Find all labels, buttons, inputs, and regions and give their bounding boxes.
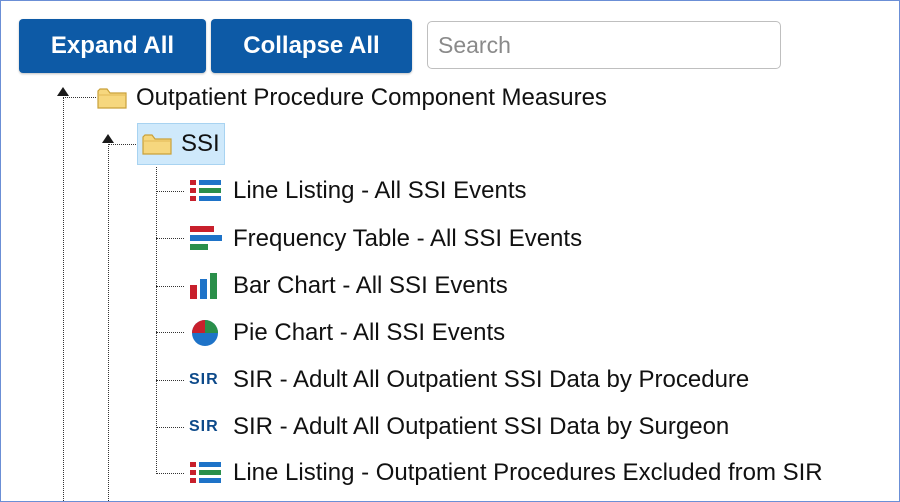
search-input[interactable] (427, 21, 781, 69)
collapse-toggle-root[interactable] (57, 87, 69, 96)
tree-node-outpatient-measures[interactable]: Outpatient Procedure Component Measures (97, 78, 607, 118)
tree-item-line-listing-all-ssi[interactable]: Line Listing - All SSI Events (189, 171, 526, 211)
tree-connector (156, 473, 184, 474)
folder-icon (97, 87, 127, 109)
folder-icon (142, 133, 172, 155)
tree-connector (108, 144, 138, 145)
tree-connector (156, 427, 184, 428)
tree-item-sir-by-procedure[interactable]: SIR SIR - Adult All Outpatient SSI Data … (189, 360, 749, 400)
expand-all-button[interactable]: Expand All (19, 19, 206, 73)
collapse-all-button[interactable]: Collapse All (211, 19, 412, 73)
tree-node-label: SSI (181, 130, 220, 157)
frequency-table-icon (189, 224, 223, 254)
pie-chart-icon (189, 318, 223, 348)
tree-connector (156, 332, 184, 333)
tree-connector (63, 97, 96, 98)
tree-item-label: SIR - Adult All Outpatient SSI Data by P… (233, 366, 750, 393)
tree-connector (108, 144, 109, 501)
tree-item-line-listing-excluded[interactable]: Line Listing - Outpatient Procedures Exc… (189, 453, 823, 493)
tree-item-pie-chart[interactable]: Pie Chart - All SSI Events (189, 313, 505, 353)
line-listing-icon (189, 458, 223, 488)
sir-icon: SIR (189, 418, 219, 435)
line-listing-icon (189, 176, 223, 206)
bar-chart-icon (189, 271, 223, 301)
tree-connector (156, 286, 184, 287)
tree-item-frequency-table[interactable]: Frequency Table - All SSI Events (189, 219, 582, 259)
tree-item-label: Bar Chart - All SSI Events (233, 272, 508, 299)
tree-item-label: Frequency Table - All SSI Events (233, 225, 583, 252)
collapse-toggle-ssi[interactable] (102, 134, 114, 143)
tree-node-label: Outpatient Procedure Component Measures (136, 84, 607, 111)
tree-connector (156, 191, 184, 192)
tree-item-bar-chart[interactable]: Bar Chart - All SSI Events (189, 266, 508, 306)
tree-connector (63, 97, 64, 501)
tree-item-label: Pie Chart - All SSI Events (233, 319, 506, 346)
tree-node-ssi[interactable]: SSI (137, 123, 225, 165)
tree-item-label: Line Listing - Outpatient Procedures Exc… (233, 459, 823, 486)
tree-item-sir-by-surgeon[interactable]: SIR SIR - Adult All Outpatient SSI Data … (189, 407, 729, 447)
tree-connector (156, 238, 184, 239)
tree-item-label: SIR - Adult All Outpatient SSI Data by S… (233, 413, 730, 440)
report-tree-panel: Expand All Collapse All Outpatient Proce… (0, 0, 900, 502)
sir-icon: SIR (189, 371, 219, 388)
tree-connector (156, 380, 184, 381)
tree-item-label: Line Listing - All SSI Events (233, 177, 527, 204)
